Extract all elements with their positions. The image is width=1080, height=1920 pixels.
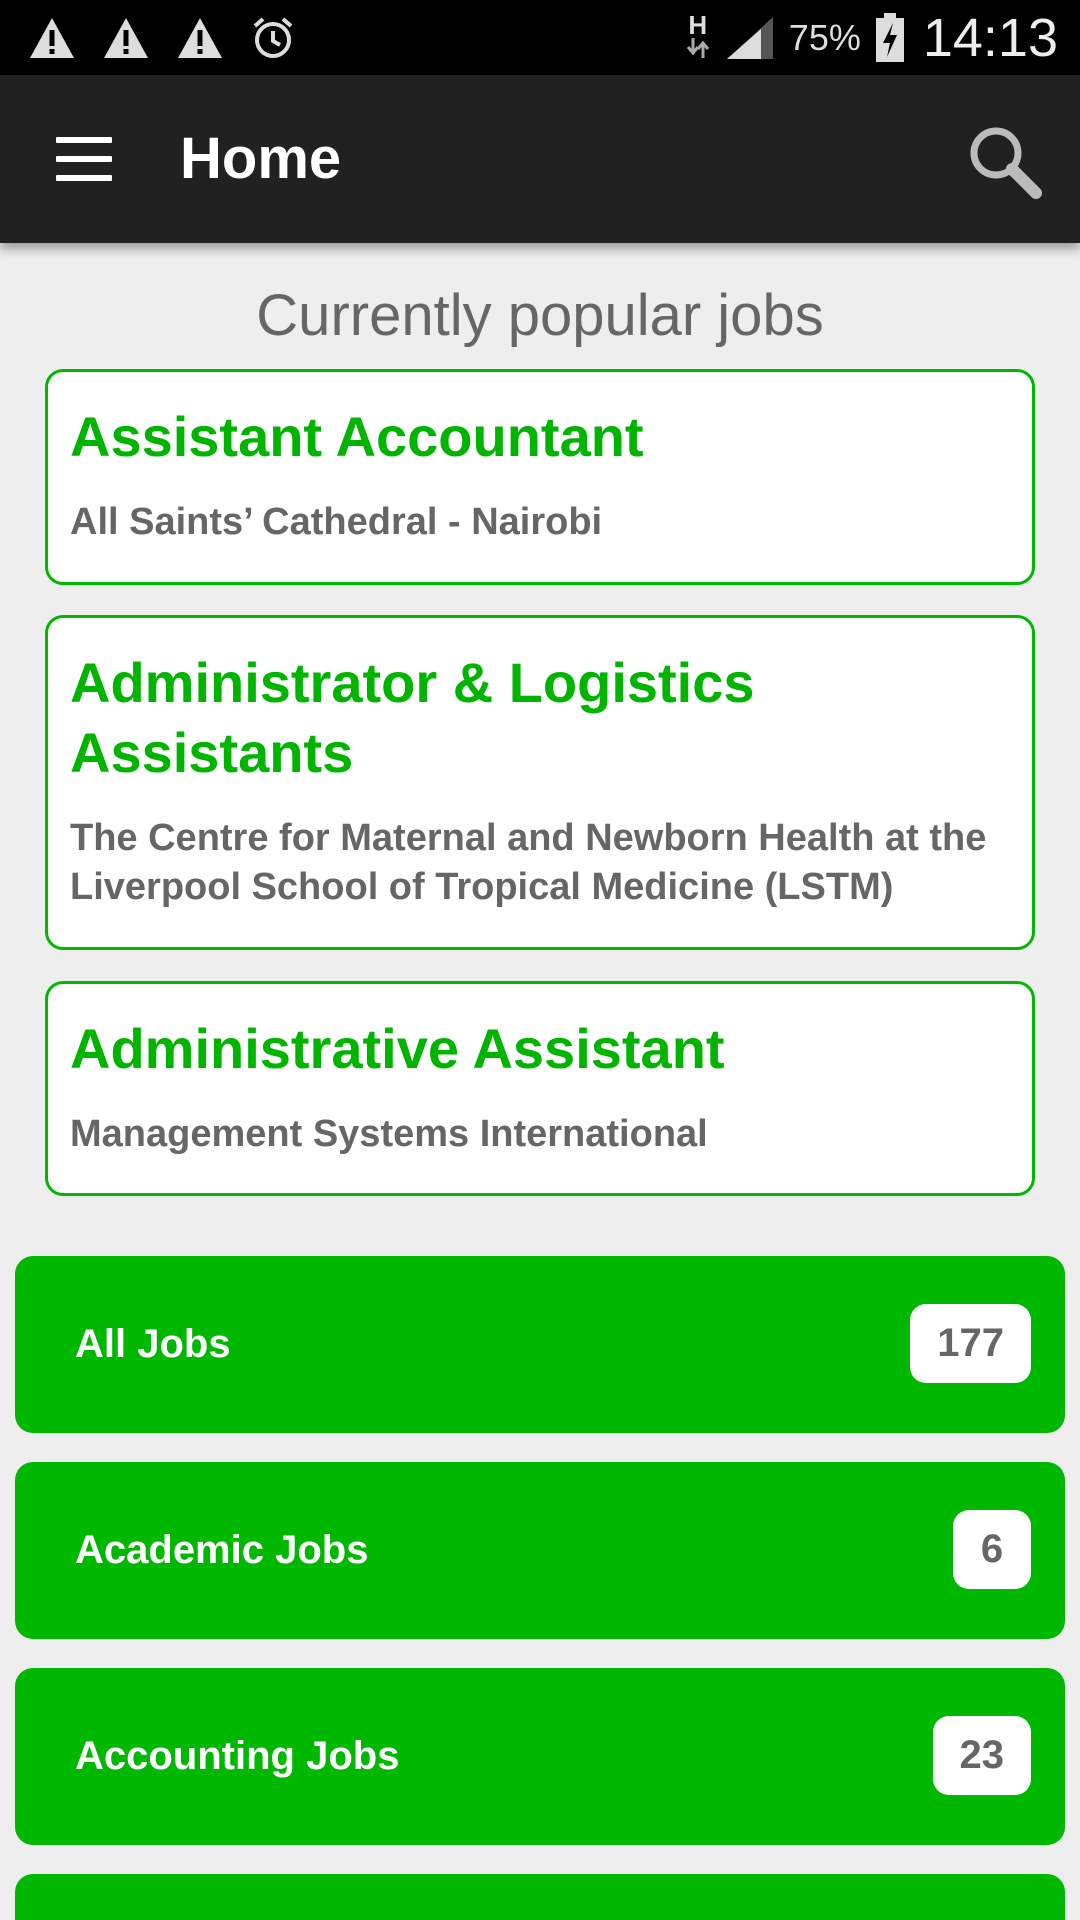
popular-job-card[interactable]: Administrator & Logistics Assistants The… [45, 615, 1035, 950]
menu-line [56, 137, 112, 143]
popular-job-card[interactable]: Assistant Accountant All Saints’ Cathedr… [45, 369, 1035, 585]
status-bar: H 75% 14:13 [0, 0, 1080, 75]
job-title: Administrator & Logistics Assistants [70, 651, 755, 784]
category-button-accounting-jobs[interactable]: Accounting Jobs 23 [15, 1668, 1065, 1845]
job-title: Assistant Accountant [70, 405, 644, 468]
job-organization: The Centre for Maternal and Newborn Heal… [70, 817, 987, 908]
status-bar-notifications [28, 15, 322, 61]
data-arrows-icon [686, 38, 709, 58]
job-organization: All Saints’ Cathedral - Nairobi [70, 501, 603, 543]
status-bar-system: H 75% 14:13 [671, 7, 1058, 69]
category-label: Accounting Jobs [75, 1734, 400, 1778]
clock-time: 14:13 [922, 7, 1058, 68]
category-button-academic-jobs[interactable]: Academic Jobs 6 [15, 1462, 1065, 1639]
category-count-badge: 6 [953, 1510, 1031, 1589]
warning-icon [28, 16, 76, 60]
category-button-partial[interactable] [15, 1874, 1065, 1920]
network-type-indicator: H [685, 12, 711, 63]
page-title: Home [180, 126, 342, 191]
battery-charging-icon [875, 12, 905, 63]
warning-icon [102, 16, 150, 60]
alarm-clock-icon [250, 15, 296, 61]
menu-line [56, 156, 112, 162]
hamburger-menu-icon[interactable] [56, 137, 112, 181]
job-title: Administrative Assistant [70, 1017, 725, 1080]
category-count-badge: 23 [932, 1716, 1031, 1795]
signal-strength-icon [725, 15, 775, 61]
job-organization: Management Systems International [70, 1113, 708, 1155]
network-type-label: H [688, 10, 708, 40]
popular-job-card[interactable]: Administrative Assistant Management Syst… [45, 981, 1035, 1196]
search-icon[interactable] [966, 123, 1044, 201]
category-label: All Jobs [75, 1322, 231, 1366]
battery-percent: 75% [788, 16, 861, 58]
app-bar: Home [0, 75, 1080, 243]
warning-icon [176, 16, 224, 60]
category-button-all-jobs[interactable]: All Jobs 177 [15, 1256, 1065, 1433]
category-label: Academic Jobs [75, 1528, 369, 1572]
menu-line [56, 175, 112, 181]
popular-jobs-heading: Currently popular jobs [256, 283, 824, 348]
category-count-badge: 177 [910, 1304, 1031, 1383]
